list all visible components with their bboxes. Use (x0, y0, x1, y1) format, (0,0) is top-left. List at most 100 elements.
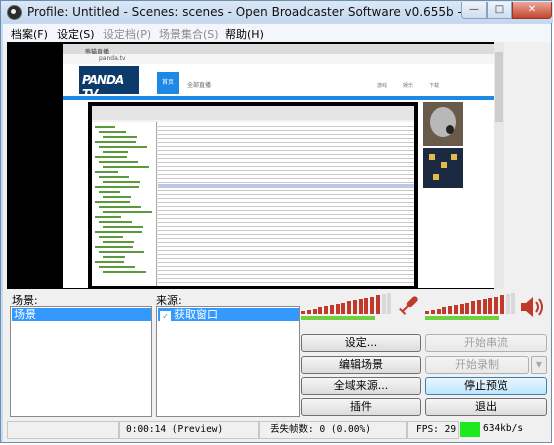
stream-row-line (158, 282, 414, 283)
close-button[interactable]: ✕ (512, 2, 552, 19)
global-sources-button[interactable]: 全域来源... (301, 377, 421, 395)
source-item-label: 获取窗口 (174, 308, 218, 321)
menu-file[interactable]: 档案(F) (11, 26, 48, 42)
status-time: 0:00:14 (Preview) (119, 421, 259, 439)
stream-tree-line (95, 231, 142, 233)
speaker-icon[interactable] (519, 294, 549, 320)
stream-row-line (158, 254, 414, 255)
site-nav-active: 首页 (157, 72, 179, 94)
status-bar: 0:00:14 (Preview) 丢失帧数: 0 (0.00%) FPS: 2… (7, 421, 551, 439)
webcam-overlay (423, 102, 463, 146)
meter-bar (436, 308, 441, 314)
stream-row-line (158, 134, 414, 135)
mic-volume-meter[interactable] (301, 293, 393, 320)
menu-help[interactable]: 帮助(H) (225, 26, 264, 42)
meter-bar (335, 303, 340, 314)
stream-row-line (158, 206, 414, 207)
menu-settings[interactable]: 设定(S) (57, 26, 95, 42)
stream-tree-line (103, 271, 146, 273)
site-divider (63, 96, 499, 100)
stop-preview-button[interactable]: 停止预览 (425, 377, 547, 395)
start-recording-button[interactable]: 开始录制 (425, 356, 529, 374)
plugins-button[interactable]: 插件 (301, 398, 421, 416)
preview-scrollbar-thumb[interactable] (495, 52, 503, 122)
meter-bar (465, 302, 470, 314)
meter-bar (352, 300, 357, 314)
meter-bar (448, 306, 452, 314)
stream-row-line (158, 186, 414, 187)
stream-row-line (158, 194, 414, 195)
stream-tree-line (103, 226, 143, 228)
meter-bar (453, 305, 458, 314)
stream-row-line (158, 258, 414, 259)
stream-row-line (158, 234, 414, 235)
menu-scene-collections[interactable]: 场景集合(S) (159, 26, 219, 42)
meter-bar (358, 299, 363, 314)
meter-bar (341, 302, 346, 314)
obs-window: Profile: Untitled - Scenes: scenes - Ope… (0, 0, 553, 443)
stream-row-line (158, 178, 414, 179)
meter-bar (370, 296, 374, 314)
stream-tree-line (103, 181, 140, 183)
maximize-button[interactable]: □ (487, 2, 512, 19)
stream-tree-line (99, 176, 129, 178)
meter-bar (381, 294, 386, 314)
meter-bar (499, 295, 504, 314)
recording-dropdown-arrow-icon[interactable]: ▼ (531, 356, 547, 374)
stream-row-line (158, 198, 414, 199)
stream-row-line (158, 162, 414, 163)
source-checkbox[interactable]: ✓ (160, 311, 171, 322)
meter-bar (318, 307, 323, 314)
stream-row-line (158, 266, 414, 267)
site-nav-right: 游戏 (377, 83, 388, 89)
meter-bar (329, 305, 334, 314)
meter-bar (476, 300, 481, 314)
main-area: 熊猫直播 panda.tv PANDA TV 首页 全部直播 游戏 娱乐 下载 (3, 42, 551, 442)
stream-tree-line (99, 266, 135, 268)
stream-row-line (158, 270, 414, 271)
koala-face (430, 107, 456, 137)
stream-tree-pane (92, 122, 157, 286)
stream-row-line (158, 130, 414, 131)
settings-button[interactable]: 设定... (301, 334, 421, 352)
status-dropped-frames: 丢失帧数: 0 (0.00%) (259, 421, 407, 439)
stream-tree-line (95, 126, 115, 128)
stream-tree-line (95, 186, 139, 188)
stream-row-line (158, 238, 414, 239)
stream-rows (158, 122, 414, 286)
stream-tree-line (103, 151, 128, 153)
meter-bar (494, 296, 498, 314)
menu-profiles[interactable]: 设定档(P) (103, 26, 151, 42)
microphone-icon[interactable] (397, 293, 421, 317)
status-fps: FPS: 29 (407, 421, 459, 439)
stream-row-line (158, 226, 414, 227)
desktop-volume-meter[interactable] (425, 293, 517, 320)
scenes-list[interactable]: 场景 (10, 306, 152, 417)
source-item[interactable]: ✓ 获取窗口 (158, 308, 299, 322)
stream-row-line (158, 202, 414, 203)
stream-tree-line (99, 161, 138, 163)
scene-item[interactable]: 场景 (12, 308, 151, 321)
stream-row-line (158, 174, 414, 175)
stream-tree-line (103, 166, 149, 168)
stream-tree-line (95, 261, 124, 263)
meter-bar (324, 306, 328, 314)
stream-row-line (158, 142, 414, 143)
title-bar[interactable]: Profile: Untitled - Scenes: scenes - Ope… (1, 1, 553, 23)
edit-scene-button[interactable]: 编辑场景 (301, 356, 421, 374)
stream-tree-line (99, 206, 141, 208)
stream-row-line (158, 146, 414, 147)
stream-tree-line (95, 171, 118, 173)
exit-button[interactable]: 退出 (425, 398, 547, 416)
meter-bar (471, 301, 475, 314)
start-streaming-button[interactable]: 开始串流 (425, 334, 547, 352)
stream-row-line (158, 210, 414, 211)
sources-list[interactable]: ✓ 获取窗口 (156, 306, 300, 417)
meter-bar (442, 307, 447, 314)
minimize-button[interactable]: — (461, 2, 487, 19)
browser-address-bar: panda.tv (63, 54, 499, 64)
stream-tree-line (103, 196, 131, 198)
stream-row-line (158, 262, 414, 263)
preview-panel[interactable]: 熊猫直播 panda.tv PANDA TV 首页 全部直播 游戏 娱乐 下载 (7, 42, 499, 289)
meter-bar (387, 293, 392, 314)
